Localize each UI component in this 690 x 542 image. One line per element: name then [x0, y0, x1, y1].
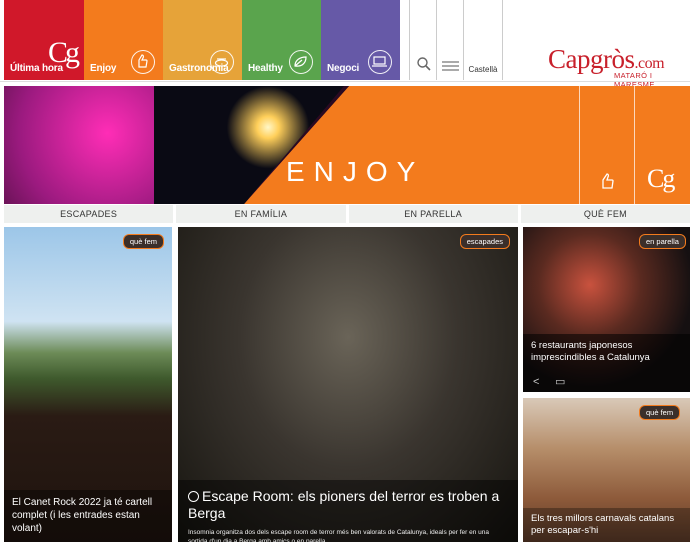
hero-thumbs-box — [579, 86, 634, 204]
article-card-canet-rock[interactable]: què fem El Canet Rock 2022 ja té cartell… — [4, 227, 172, 542]
nav-label: Negoci — [327, 63, 360, 74]
nav-negoci[interactable]: Negoci — [321, 0, 400, 80]
hamburger-icon — [442, 61, 459, 71]
share-icon[interactable]: < — [533, 376, 539, 388]
nav-ultima-hora[interactable]: Cg Última hora — [4, 0, 84, 80]
card-title-text: Escape Room: els pioners del terror es t… — [188, 488, 500, 521]
card-title[interactable]: Els tres millors carnavals catalans per … — [531, 513, 682, 537]
card-caption: Escape Room: els pioners del terror es t… — [178, 480, 518, 542]
leaf-icon — [289, 50, 313, 74]
hero-banner: ENJOY Cg — [4, 86, 690, 204]
card-caption: El Canet Rock 2022 ja té cartell complet… — [4, 490, 172, 542]
article-card-japanese-restaurants[interactable]: en parella 6 restaurants japonesos impre… — [523, 227, 690, 392]
article-card-escape-room[interactable]: escapades Escape Room: els pioners del t… — [178, 227, 518, 542]
card-caption: Els tres millors carnavals catalans per … — [523, 508, 690, 542]
language-switch[interactable]: Castellà — [463, 0, 503, 80]
nav-enjoy[interactable]: Enjoy — [84, 0, 163, 80]
tab-en-parella[interactable]: EN PARELLA — [349, 205, 521, 223]
brand-suffix: .com — [634, 55, 665, 72]
brand-name: Capgròs — [548, 44, 635, 74]
hero-title: ENJOY — [286, 156, 425, 187]
card-summary: Insomnia organitza dos dels escape room … — [188, 529, 489, 542]
search-icon — [417, 57, 431, 71]
search-button[interactable] — [409, 0, 436, 80]
hero-cg-box: Cg — [634, 86, 690, 204]
nav-label: Healthy — [248, 63, 283, 74]
thumbs-up-icon — [602, 173, 614, 189]
category-tag[interactable]: què fem — [639, 405, 681, 420]
nav-label: Gastronomia — [169, 63, 229, 74]
laptop-icon — [368, 50, 392, 74]
cg-logo: Cg — [647, 164, 675, 193]
tab-en-familia[interactable]: EN FAMÍLIA — [176, 205, 349, 223]
language-label: Castellà — [468, 65, 498, 74]
category-tag[interactable]: escapades — [459, 234, 510, 249]
category-tag[interactable]: en parella — [639, 234, 686, 249]
menu-button[interactable] — [436, 0, 463, 80]
section-tabs: ESCAPADES EN FAMÍLIA EN PARELLA QUÈ FEM — [4, 205, 690, 223]
nav-healthy[interactable]: Healthy — [242, 0, 321, 80]
clock-icon — [188, 491, 199, 502]
tab-que-fem[interactable]: QUÈ FEM — [521, 205, 690, 223]
category-tag[interactable]: què fem — [122, 234, 164, 249]
nav-gastronomia[interactable]: Gastronomia — [163, 0, 242, 80]
card-title[interactable]: 6 restaurants japonesos imprescindibles … — [531, 340, 682, 364]
nav-label: Última hora — [10, 63, 63, 74]
nav-label: Enjoy — [90, 63, 117, 74]
comment-icon[interactable]: ▭ — [555, 375, 565, 388]
thumbs-up-icon — [131, 50, 155, 74]
top-navigation: Cg Última hora Enjoy Gastronomia Healthy… — [0, 0, 690, 89]
card-caption: 6 restaurants japonesos imprescindibles … — [523, 334, 690, 392]
article-card-carnavals[interactable]: què fem Els tres millors carnavals catal… — [523, 398, 690, 542]
card-title[interactable]: Escape Room: els pioners del terror es t… — [188, 488, 508, 522]
card-title[interactable]: El Canet Rock 2022 ja té cartell complet… — [12, 496, 164, 535]
tab-escapades[interactable]: ESCAPADES — [4, 205, 177, 223]
